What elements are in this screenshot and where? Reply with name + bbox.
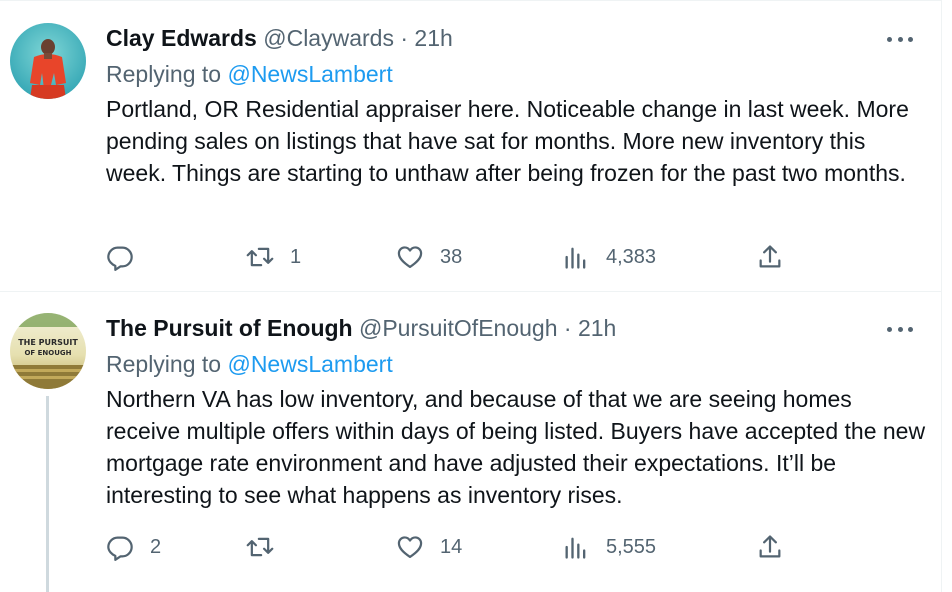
replying-to-label: Replying to <box>106 351 222 377</box>
tweet-header: The Pursuit of Enough @PursuitOfEnough ·… <box>106 313 616 343</box>
like-button[interactable]: 38 <box>396 241 462 273</box>
views-button[interactable]: 5,555 <box>562 531 656 563</box>
views-icon <box>565 537 586 559</box>
avatar-text-line1: THE PURSUIT <box>18 338 78 347</box>
tweet-text: Portland, OR Residential appraiser here.… <box>106 96 909 186</box>
avatar[interactable]: THE PURSUIT OF ENOUGH <box>10 313 86 389</box>
retweet-icon <box>246 247 274 267</box>
avatar-image <box>10 23 86 99</box>
tweet-header: Clay Edwards @Claywards · 21h <box>106 23 453 53</box>
replying-to-label: Replying to <box>106 61 222 87</box>
display-name[interactable]: Clay Edwards <box>106 25 257 51</box>
separator: · <box>400 25 409 51</box>
retweet-icon <box>246 537 274 557</box>
retweet-button[interactable]: 1 <box>246 241 301 273</box>
reply-button[interactable]: 2 <box>106 531 161 563</box>
share-button[interactable] <box>756 531 784 563</box>
tweet-text: Northern VA has low inventory, and becau… <box>106 386 926 508</box>
tweet-clay-edwards[interactable]: Clay Edwards @Claywards · 21h Replying t… <box>0 0 942 292</box>
tweet-actions: 1 38 4,383 <box>106 241 806 273</box>
views-icon <box>565 247 586 269</box>
handle[interactable]: @PursuitOfEnough <box>359 315 558 341</box>
reply-icon <box>107 536 133 561</box>
timestamp[interactable]: 21h <box>578 315 616 341</box>
view-count: 4,383 <box>606 245 657 268</box>
handle[interactable]: @Claywards <box>263 25 394 51</box>
like-count: 38 <box>440 245 463 268</box>
reply-count: 2 <box>150 535 162 558</box>
avatar[interactable] <box>10 23 86 99</box>
share-icon <box>759 245 781 268</box>
timeline: Clay Edwards @Claywards · 21h Replying t… <box>0 0 942 592</box>
timestamp[interactable]: 21h <box>414 25 452 51</box>
replying-to-mention[interactable]: @NewsLambert <box>227 61 392 87</box>
reply-icon <box>107 246 133 271</box>
avatar-text-line2: OF ENOUGH <box>24 349 71 357</box>
views-button[interactable]: 4,383 <box>562 241 656 273</box>
like-button[interactable]: 14 <box>396 531 462 563</box>
replying-to: Replying to @NewsLambert <box>106 349 393 379</box>
like-count: 14 <box>440 535 463 558</box>
share-icon <box>759 535 781 558</box>
more-icon[interactable] <box>887 326 913 332</box>
retweet-button[interactable] <box>246 531 290 563</box>
tweet-actions: 2 14 5,555 <box>106 531 806 563</box>
like-icon <box>397 536 423 559</box>
tweet-pursuit-of-enough[interactable]: THE PURSUIT OF ENOUGH The Pursuit of Eno… <box>0 292 942 592</box>
more-icon[interactable] <box>887 36 913 42</box>
reply-button[interactable] <box>106 241 150 273</box>
replying-to-mention[interactable]: @NewsLambert <box>227 351 392 377</box>
retweet-count: 1 <box>290 245 302 268</box>
thread-line <box>46 396 49 592</box>
share-button[interactable] <box>756 241 784 273</box>
display-name[interactable]: The Pursuit of Enough <box>106 315 353 341</box>
view-count: 5,555 <box>606 535 657 558</box>
like-icon <box>397 246 423 269</box>
avatar-image: THE PURSUIT OF ENOUGH <box>10 313 86 389</box>
replying-to: Replying to @NewsLambert <box>106 59 393 89</box>
separator: · <box>563 315 572 341</box>
